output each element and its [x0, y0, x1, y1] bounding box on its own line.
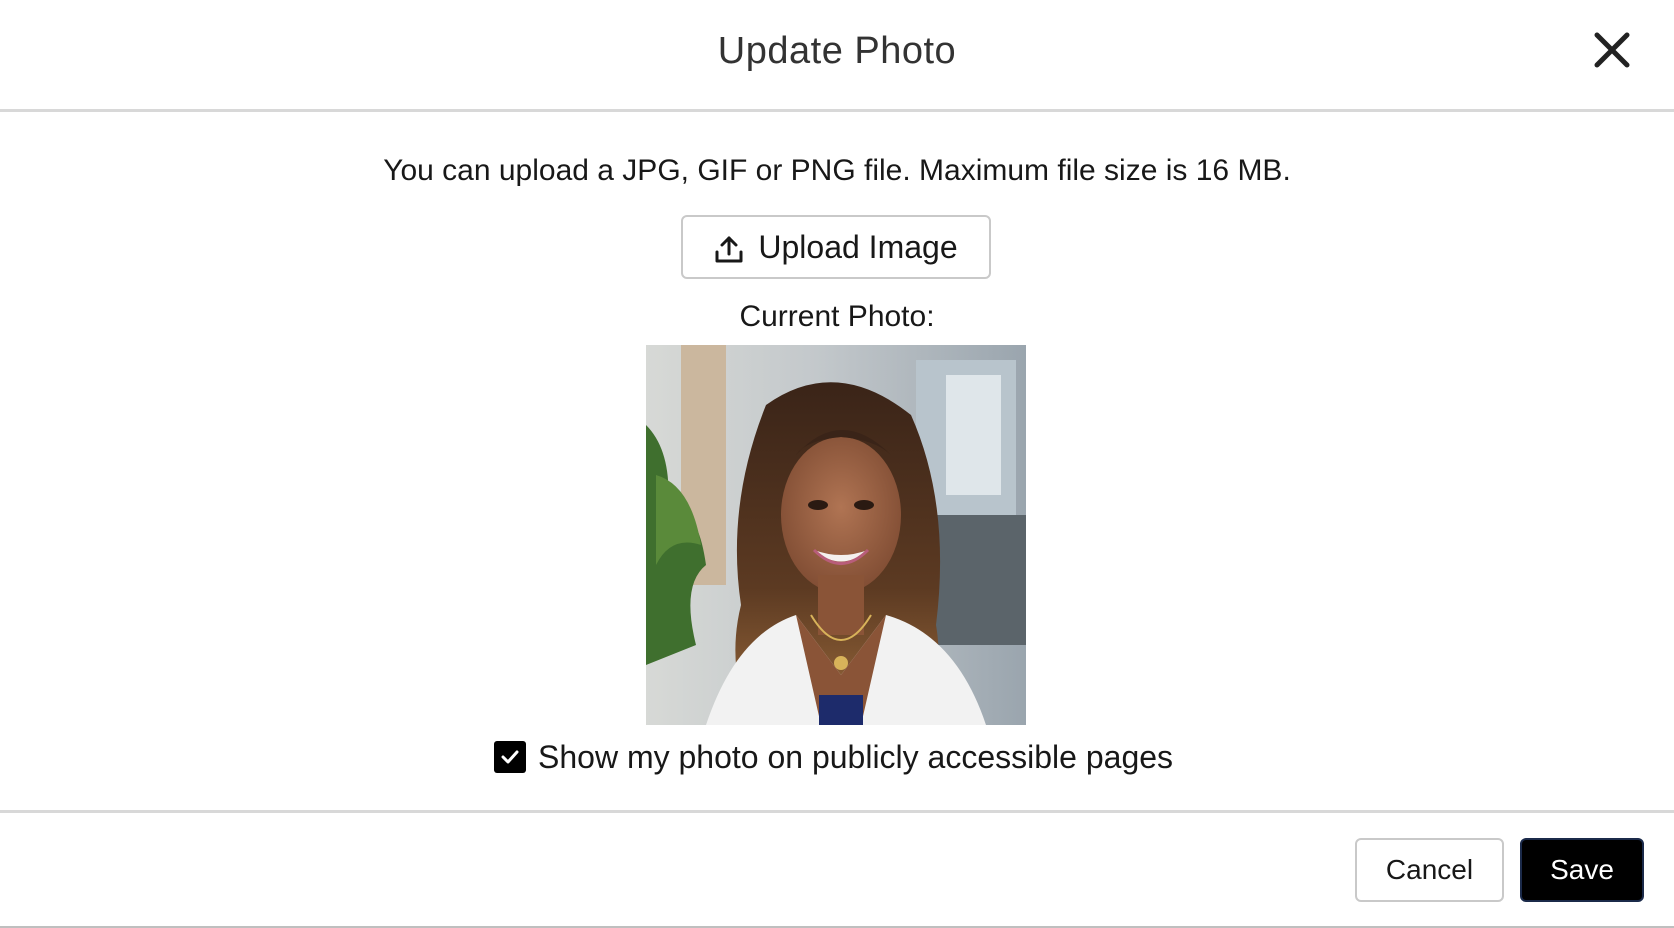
dialog-footer: Cancel Save	[0, 810, 1674, 928]
current-photo-label: Current Photo:	[739, 300, 935, 333]
upload-instructions: You can upload a JPG, GIF or PNG file. M…	[383, 154, 1291, 187]
checkmark-icon	[501, 750, 519, 764]
profile-photo-image	[646, 345, 1026, 725]
dialog-header: Update Photo	[0, 0, 1674, 112]
upload-image-button[interactable]: Upload Image	[681, 215, 991, 279]
save-button[interactable]: Save	[1520, 838, 1644, 902]
cancel-button[interactable]: Cancel	[1355, 838, 1504, 902]
public-photo-option: Show my photo on publicly accessible pag…	[494, 734, 1173, 780]
show-photo-public-label[interactable]: Show my photo on publicly accessible pag…	[538, 739, 1173, 776]
current-photo	[646, 345, 1026, 725]
upload-image-label: Upload Image	[758, 228, 958, 265]
show-photo-public-checkbox[interactable]	[494, 741, 526, 773]
upload-icon	[714, 234, 744, 264]
dialog-title: Update Photo	[717, 30, 957, 72]
dialog-body: You can upload a JPG, GIF or PNG file. M…	[0, 112, 1674, 810]
close-button[interactable]	[1592, 30, 1632, 70]
close-icon	[1594, 32, 1630, 68]
update-photo-dialog: Update Photo You can upload a JPG, GIF o…	[0, 0, 1674, 928]
